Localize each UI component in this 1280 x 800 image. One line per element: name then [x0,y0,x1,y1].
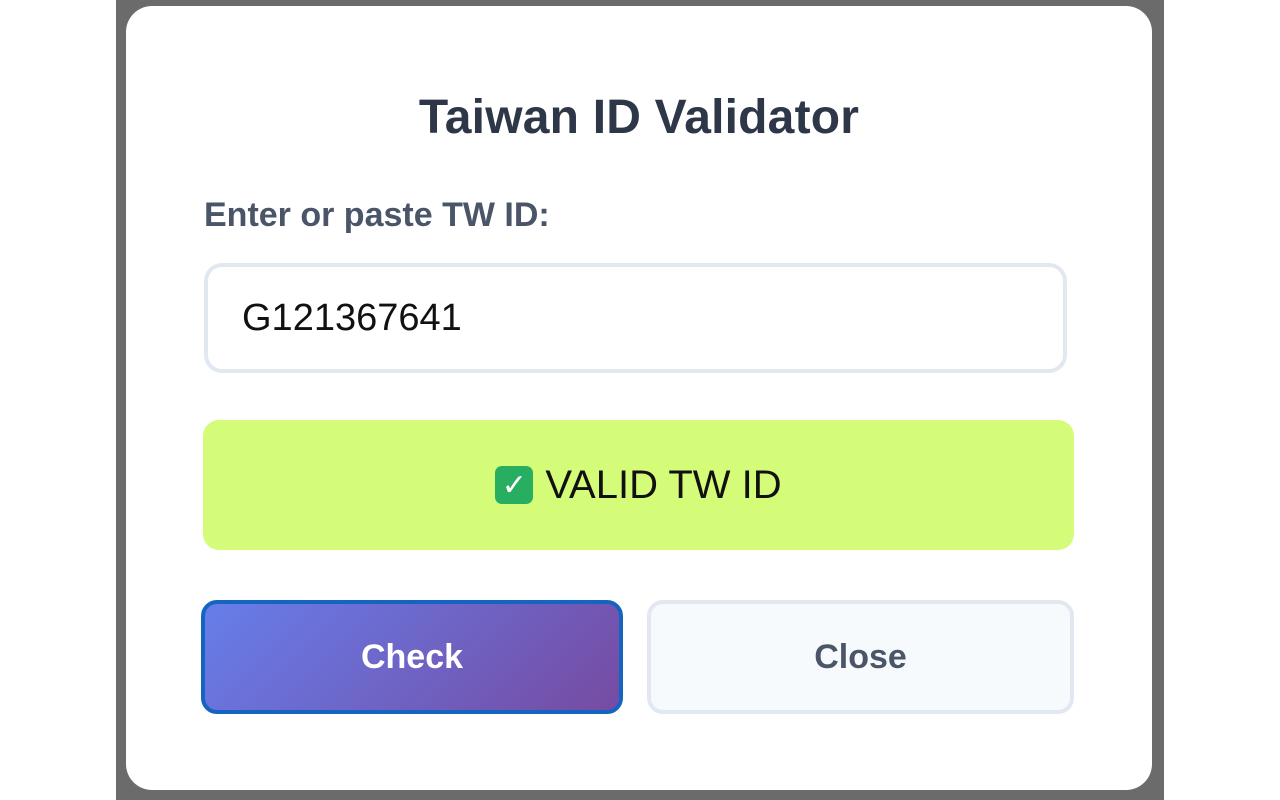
dialog-title: Taiwan ID Validator [418,91,860,144]
validation-result-text: VALID TW ID [545,462,782,507]
validator-dialog: Taiwan ID Validator Enter or paste TW ID… [126,6,1152,790]
tw-id-input[interactable] [204,263,1067,373]
check-mark-icon: ✓ [495,466,534,504]
check-button[interactable]: Check [201,600,623,714]
validation-result-banner: ✓ VALID TW ID [203,420,1074,550]
close-button[interactable]: Close [647,600,1074,714]
id-input-label: Enter or paste TW ID: [204,196,550,234]
